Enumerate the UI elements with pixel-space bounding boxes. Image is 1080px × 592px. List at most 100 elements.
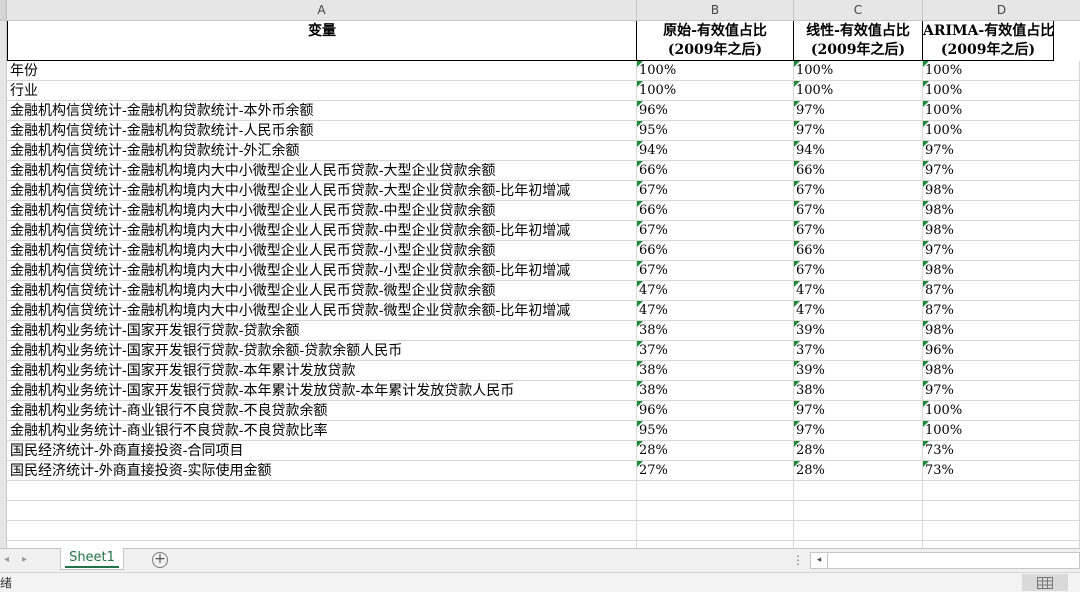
cell-original[interactable]: 47% [637,301,794,321]
cell-linear[interactable]: 28% [794,441,923,461]
cell-linear[interactable]: 94% [794,141,923,161]
cell-arima[interactable]: 98% [923,261,1080,281]
cell-variable[interactable] [7,481,637,501]
cell-linear[interactable]: 67% [794,201,923,221]
cell-variable[interactable]: 金融机构信贷统计-金融机构境内大中小微型企业人民币贷款-大型企业贷款余额 [7,161,637,181]
cell-variable[interactable]: 金融机构信贷统计-金融机构贷款统计-人民币余额 [7,121,637,141]
cell-variable[interactable]: 年份 [7,61,637,81]
cell-arima[interactable]: 97% [923,141,1080,161]
cell-variable[interactable]: 金融机构信贷统计-金融机构境内大中小微型企业人民币贷款-中型企业贷款余额-比年初… [7,221,637,241]
column-header-c[interactable]: C [794,0,923,20]
cell-linear[interactable]: 66% [794,161,923,181]
cell-linear[interactable] [794,541,923,548]
cell-variable[interactable]: 金融机构业务统计-商业银行不良贷款-不良贷款余额 [7,401,637,421]
cell-arima[interactable]: 96% [923,341,1080,361]
cell-arima[interactable]: 98% [923,321,1080,341]
cell-variable[interactable]: 国民经济统计-外商直接投资-实际使用金额 [7,461,637,481]
cell-variable[interactable]: 金融机构业务统计-商业银行不良贷款-不良贷款比率 [7,421,637,441]
cell-linear[interactable] [794,521,923,541]
cell-original[interactable]: 67% [637,221,794,241]
header-cell-arima[interactable]: ARIMA-有效值占比 (2009年之后) [923,21,1054,61]
header-cell-variable[interactable]: 变量 [7,21,637,61]
cell-arima[interactable]: 97% [923,161,1080,181]
cell-original[interactable]: 66% [637,241,794,261]
column-header-b[interactable]: B [637,0,794,20]
tab-sheet1[interactable]: Sheet1 [60,548,124,570]
cell-linear[interactable]: 100% [794,81,923,101]
cell-linear[interactable]: 47% [794,301,923,321]
scroll-left-icon[interactable]: ◂ [811,553,828,568]
cell-linear[interactable]: 97% [794,101,923,121]
horizontal-scrollbar[interactable]: ◂ [810,552,1080,569]
cell-arima[interactable] [923,501,1080,521]
cell-original[interactable]: 96% [637,401,794,421]
tab-scroll-left-icon[interactable]: ◂ [4,554,9,565]
cell-linear[interactable]: 67% [794,221,923,241]
cell-arima[interactable]: 100% [923,101,1080,121]
cell-linear[interactable]: 100% [794,61,923,81]
cell-variable[interactable]: 金融机构信贷统计-金融机构境内大中小微型企业人民币贷款-微型企业贷款余额-比年初… [7,301,637,321]
cell-arima[interactable]: 98% [923,201,1080,221]
cell-arima[interactable] [923,541,1080,548]
cell-original[interactable]: 66% [637,201,794,221]
cell-variable[interactable]: 金融机构信贷统计-金融机构贷款统计-本外币余额 [7,101,637,121]
tab-scroll-right-icon[interactable]: ▸ [22,554,27,565]
cell-linear[interactable]: 67% [794,181,923,201]
cell-variable[interactable]: 金融机构业务统计-国家开发银行贷款-贷款余额-贷款余额人民币 [7,341,637,361]
cell-linear[interactable]: 37% [794,341,923,361]
cell-linear[interactable]: 97% [794,421,923,441]
cell-linear[interactable]: 47% [794,281,923,301]
column-header-d[interactable]: D [923,0,1080,20]
cell-original[interactable]: 94% [637,141,794,161]
cell-linear[interactable] [794,501,923,521]
cell-variable[interactable]: 金融机构信贷统计-金融机构境内大中小微型企业人民币贷款-大型企业贷款余额-比年初… [7,181,637,201]
cell-arima[interactable]: 87% [923,281,1080,301]
cell-original[interactable]: 27% [637,461,794,481]
cell-original[interactable]: 38% [637,381,794,401]
cell-original[interactable]: 100% [637,81,794,101]
cell-arima[interactable]: 100% [923,421,1080,441]
cell-arima[interactable]: 97% [923,381,1080,401]
cell-linear[interactable]: 97% [794,401,923,421]
cell-linear[interactable]: 66% [794,241,923,261]
cell-arima[interactable]: 98% [923,361,1080,381]
cell-arima[interactable]: 73% [923,461,1080,481]
cell-variable[interactable]: 国民经济统计-外商直接投资-合同项目 [7,441,637,461]
cell-variable[interactable]: 行业 [7,81,637,101]
cell-original[interactable] [637,481,794,501]
cell-original[interactable] [637,541,794,548]
cell-variable[interactable]: 金融机构信贷统计-金融机构境内大中小微型企业人民币贷款-小型企业贷款余额-比年初… [7,261,637,281]
cell-variable[interactable]: 金融机构信贷统计-金融机构境内大中小微型企业人民币贷款-中型企业贷款余额 [7,201,637,221]
cell-original[interactable]: 47% [637,281,794,301]
cell-original[interactable]: 28% [637,441,794,461]
cell-variable[interactable]: 金融机构业务统计-国家开发银行贷款-贷款余额 [7,321,637,341]
cell-arima[interactable]: 98% [923,221,1080,241]
cell-original[interactable]: 95% [637,421,794,441]
cell-original[interactable]: 95% [637,121,794,141]
cell-original[interactable]: 38% [637,321,794,341]
cell-arima[interactable] [923,521,1080,541]
cell-arima[interactable] [923,481,1080,501]
cell-original[interactable]: 67% [637,181,794,201]
cell-original[interactable]: 66% [637,161,794,181]
cell-original[interactable] [637,501,794,521]
cell-variable[interactable] [7,521,637,541]
cell-original[interactable]: 96% [637,101,794,121]
cell-arima[interactable]: 97% [923,241,1080,261]
add-sheet-icon[interactable]: + [152,552,168,568]
cell-arima[interactable]: 87% [923,301,1080,321]
select-all-corner[interactable] [0,0,7,20]
row-header-strip[interactable] [0,21,7,548]
cell-original[interactable]: 67% [637,261,794,281]
header-cell-linear[interactable]: 线性-有效值占比 (2009年之后) [794,21,923,61]
cell-linear[interactable]: 67% [794,261,923,281]
cell-linear[interactable] [794,481,923,501]
splitter-handle-icon[interactable]: ⋮ [792,553,804,567]
cell-original[interactable]: 38% [637,361,794,381]
cell-variable[interactable] [7,541,637,548]
cell-original[interactable]: 37% [637,341,794,361]
cell-arima[interactable]: 100% [923,401,1080,421]
cell-arima[interactable]: 98% [923,181,1080,201]
cell-variable[interactable]: 金融机构信贷统计-金融机构境内大中小微型企业人民币贷款-小型企业贷款余额 [7,241,637,261]
cell-variable[interactable] [7,501,637,521]
